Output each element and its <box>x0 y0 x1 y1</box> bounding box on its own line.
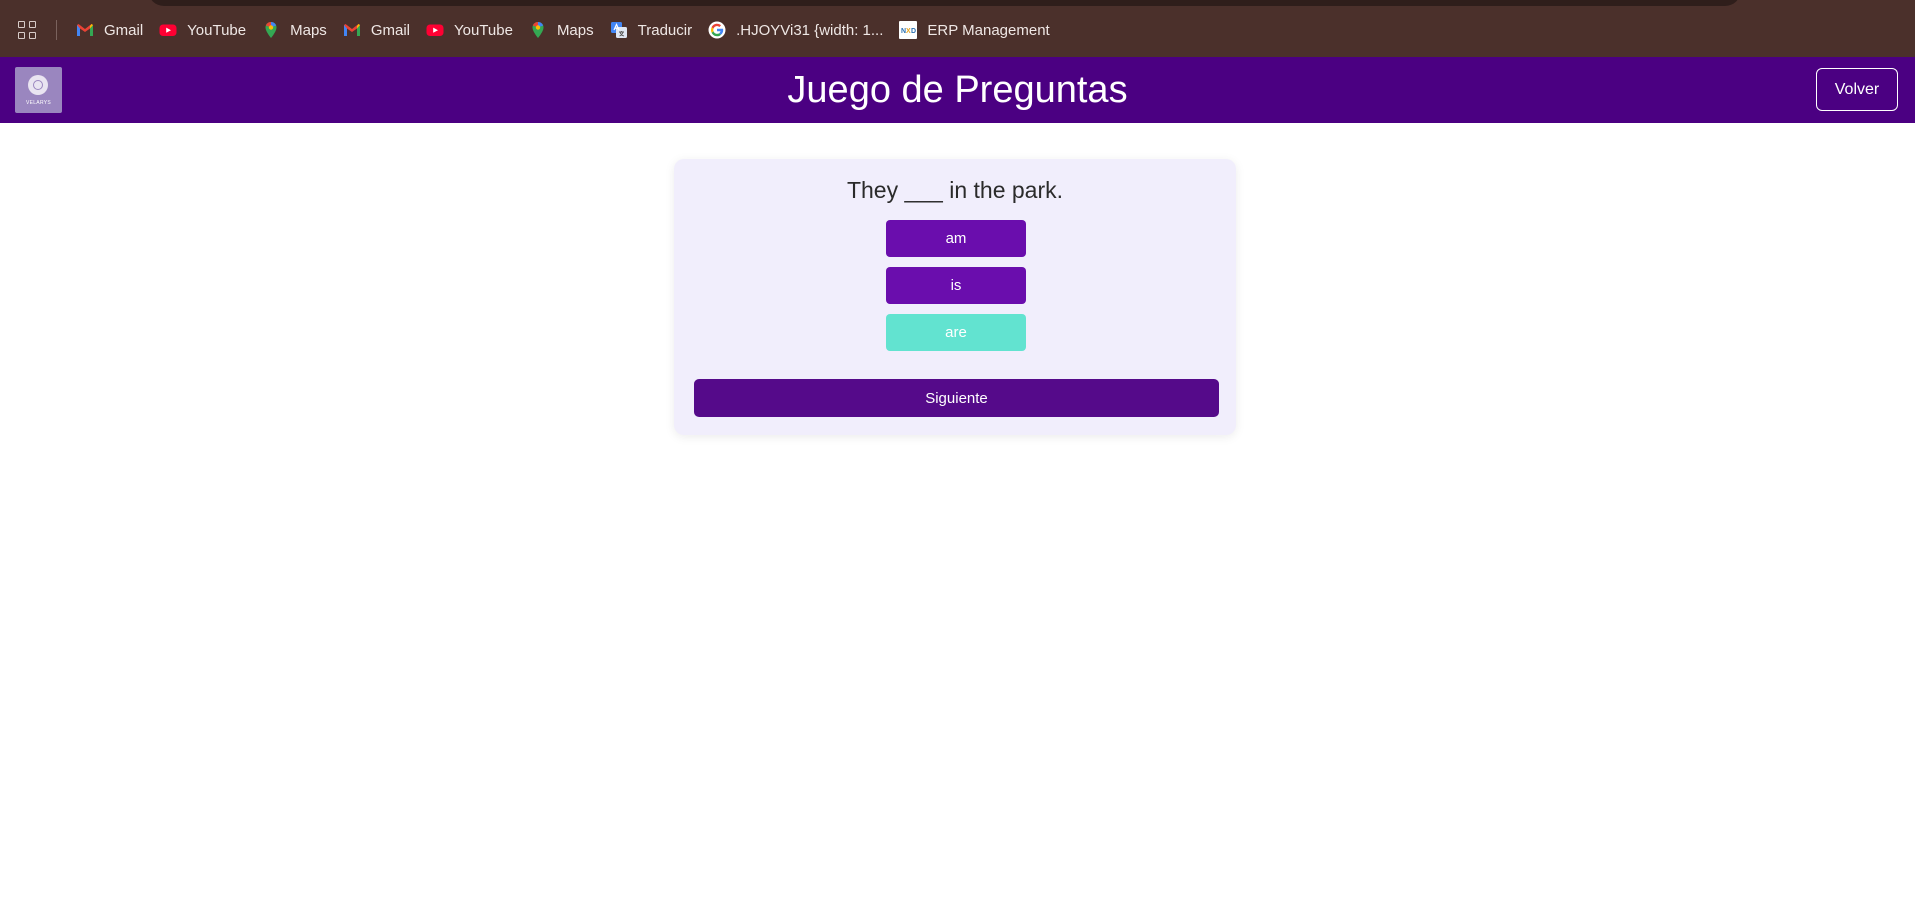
bookmark-gmail[interactable]: Gmail <box>74 18 151 42</box>
next-button[interactable]: Siguiente <box>694 379 1219 417</box>
tab-strip-edge <box>148 0 1741 6</box>
bookmark-label: Gmail <box>104 21 144 39</box>
answer-option-are[interactable]: are <box>886 314 1026 351</box>
bookmark-translate[interactable]: Traducir <box>608 18 700 42</box>
back-button[interactable]: Volver <box>1816 68 1898 111</box>
bookmark-label: Traducir <box>637 21 693 39</box>
bookmark-label: .HJOYVi31 {width: 1... <box>736 21 884 39</box>
answer-option-is[interactable]: is <box>886 267 1026 304</box>
bookmark-maps[interactable]: Maps <box>527 18 602 42</box>
bookmark-youtube[interactable]: YouTube <box>424 18 521 42</box>
quiz-card: They ___ in the park. am is are Siguient… <box>674 159 1236 435</box>
bookmark-erp-management[interactable]: N X D ERP Management <box>897 18 1057 42</box>
gmail-icon <box>343 24 360 36</box>
gmail-icon <box>77 24 93 36</box>
bookmark-label: Maps <box>556 21 594 39</box>
bookmark-maps[interactable]: Maps <box>260 18 335 42</box>
bookmark-google-search[interactable]: .HJOYVi31 {width: 1... <box>706 18 891 42</box>
bookmarks-bar: Gmail YouTube Maps Gmail YouTube Maps Tr… <box>0 0 1915 57</box>
bookmark-label: YouTube <box>187 21 247 39</box>
question-text: They ___ in the park. <box>846 177 1064 203</box>
google-icon <box>708 21 726 39</box>
bookmark-label: Maps <box>290 21 327 39</box>
maps-icon <box>265 22 277 38</box>
youtube-icon <box>159 24 177 36</box>
bookmark-label: ERP Management <box>927 21 1050 39</box>
bookmark-label: Gmail <box>370 21 410 39</box>
bookmarks-divider <box>56 20 57 40</box>
bookmarks-list: Gmail YouTube Maps Gmail YouTube Maps Tr… <box>74 18 1064 42</box>
bookmark-youtube[interactable]: YouTube <box>157 18 254 42</box>
translate-icon <box>610 22 627 38</box>
answer-option-am[interactable]: am <box>886 220 1026 257</box>
youtube-icon <box>426 24 444 36</box>
page-title: Juego de Preguntas <box>787 69 1128 111</box>
maps-icon <box>532 22 544 38</box>
bookmark-gmail[interactable]: Gmail <box>341 18 418 42</box>
svg-text:D: D <box>911 28 916 35</box>
app-header: VELARYS Juego de Preguntas Volver <box>0 57 1915 123</box>
bookmark-label: YouTube <box>453 21 513 39</box>
erp-icon: N X D <box>899 21 918 39</box>
apps-grid-icon[interactable] <box>18 21 36 39</box>
